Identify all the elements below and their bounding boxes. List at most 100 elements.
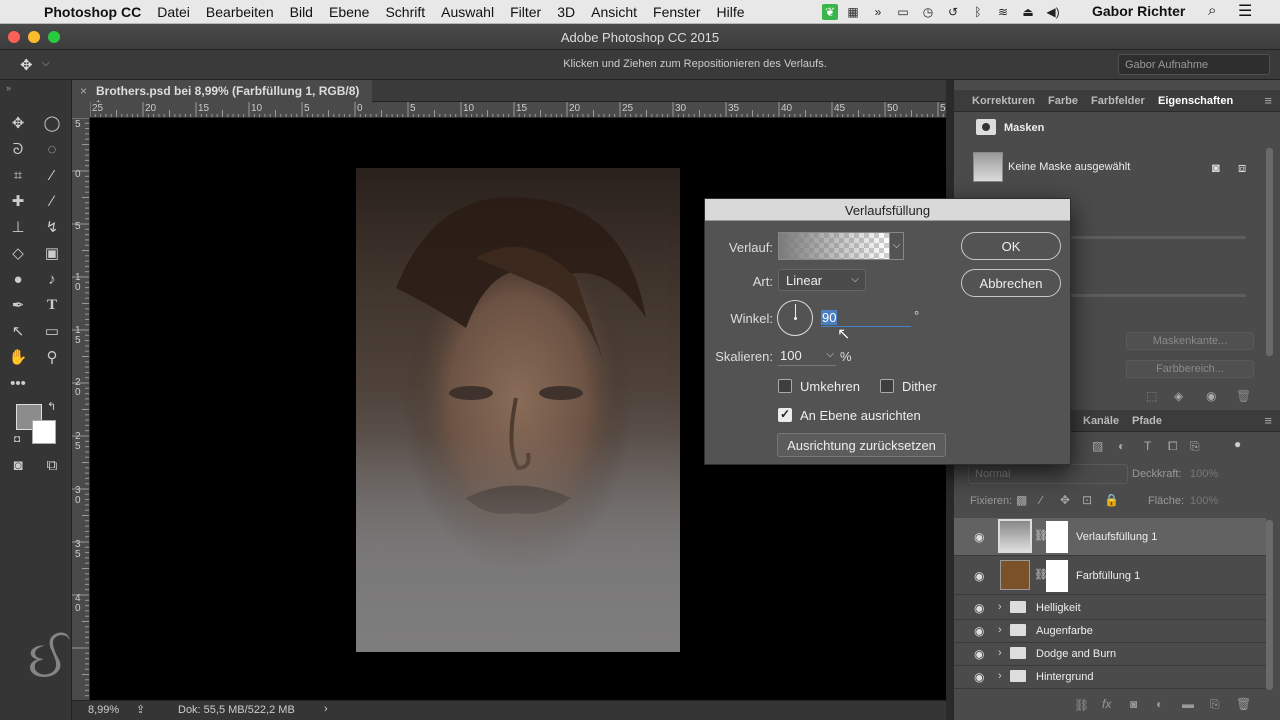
type-icon[interactable]: T (40, 294, 64, 316)
workspace-select[interactable]: Gabor Aufnahme (1118, 54, 1270, 75)
document-tab[interactable]: × Brothers.psd bei 8,99% (Farbfüllung 1,… (72, 80, 372, 112)
tab-korrekturen[interactable]: Korrekturen (972, 95, 1035, 107)
tab-farbe[interactable]: Farbe (1048, 95, 1078, 107)
scale-input[interactable]: 100 ⌵ (778, 347, 836, 366)
menu-ansicht[interactable]: Ansicht (583, 4, 645, 20)
layer-mask-thumbnail[interactable] (1046, 560, 1068, 592)
pixel-mask-icon[interactable]: ◙ (1212, 160, 1220, 175)
lasso-icon[interactable]: ᘐ (6, 138, 30, 160)
layer-row[interactable]: ◉ › Augenfarbe (954, 619, 1266, 643)
align-checkbox[interactable]: ✓ (778, 407, 792, 422)
delete-mask-icon[interactable]: 🗑 (1236, 389, 1251, 403)
menu-filter[interactable]: Filter (502, 4, 549, 20)
link-layers-icon[interactable]: ⛓ (1074, 698, 1089, 712)
filter-adjustment-icon[interactable]: ◐ (1118, 439, 1125, 453)
user-name[interactable]: Gabor Richter (1092, 3, 1185, 19)
reset-alignment-button[interactable]: Ausrichtung zurücksetzen (777, 433, 946, 457)
eject-icon[interactable]: ⏏ (1018, 4, 1038, 20)
layer-name[interactable]: Farbfüllung 1 (1076, 570, 1140, 582)
filter-pixel-icon[interactable]: ▨ (1092, 439, 1103, 453)
angle-input[interactable]: 90 (821, 309, 911, 327)
dodge-icon[interactable]: ♪ (40, 268, 64, 290)
document-image[interactable] (356, 168, 680, 652)
layer-row[interactable]: ◉ ⛓ Verlaufsfüllung 1 (954, 518, 1266, 556)
fill-value[interactable]: 100% (1190, 495, 1218, 507)
rectangle-icon[interactable]: ▭ (40, 320, 64, 342)
lock-artboard-icon[interactable]: ⊡ (1082, 493, 1092, 507)
new-layer-icon[interactable]: ⎘ (1210, 697, 1220, 712)
cancel-button[interactable]: Abbrechen (961, 269, 1061, 297)
layer-name[interactable]: Helligkeit (1036, 602, 1081, 614)
spotlight-icon[interactable]: ⌕ (1208, 2, 1216, 19)
default-colors-icon[interactable]: ◘ (14, 434, 20, 445)
filter-type-icon[interactable]: T (1144, 439, 1151, 453)
zoom-level[interactable]: 8,99% (88, 704, 119, 716)
eraser-icon[interactable]: ◇ (6, 242, 30, 264)
menu-datei[interactable]: Datei (149, 4, 198, 20)
fx-icon[interactable]: fx (1102, 697, 1111, 711)
dither-checkbox[interactable] (880, 379, 894, 393)
layer-name[interactable]: Hintergrund (1036, 671, 1093, 683)
layers-scrollbar[interactable] (1266, 520, 1273, 690)
load-selection-icon[interactable]: ⬚ (1146, 389, 1157, 403)
blend-mode-select[interactable]: Normal (968, 464, 1128, 484)
chevron-right-icon[interactable]: › (998, 601, 1002, 613)
eye-icon[interactable]: ◉ (974, 647, 988, 661)
quick-mask-icon[interactable]: ◙ (6, 454, 30, 476)
wifi-icon[interactable]: ≋ (993, 4, 1013, 20)
fast-forward-icon[interactable]: » (868, 4, 888, 20)
swap-colors-icon[interactable]: ↰ (47, 400, 56, 413)
layer-row[interactable]: ◉ › Helligkeit (954, 596, 1266, 620)
gradient-preview[interactable] (778, 232, 890, 260)
tab-eigenschaften[interactable]: Eigenschaften (1158, 95, 1233, 107)
eye-icon[interactable]: ◉ (974, 601, 988, 615)
layer-mask-thumbnail[interactable] (1046, 521, 1068, 553)
path-select-icon[interactable]: ↖ (6, 320, 30, 342)
apply-mask-icon[interactable]: ◈ (1174, 389, 1183, 403)
panel-collapse-icon[interactable]: » (6, 83, 11, 93)
layer-name[interactable]: Dodge and Burn (1036, 648, 1116, 660)
menu-fenster[interactable]: Fenster (645, 4, 708, 20)
clock-icon[interactable]: ◷ (918, 4, 938, 20)
angle-dial[interactable] (777, 300, 813, 336)
eyedropper-icon[interactable]: ⁄ (40, 164, 64, 186)
new-group-icon[interactable]: ▬ (1182, 697, 1194, 711)
eye-icon[interactable]: ◉ (974, 569, 988, 583)
marquee-icon[interactable]: ◯ (40, 112, 64, 134)
menu-auswahl[interactable]: Auswahl (433, 4, 502, 20)
pen-icon[interactable]: ✒ (6, 294, 30, 316)
layer-name[interactable]: Augenfarbe (1036, 625, 1093, 637)
grid-icon[interactable]: ▦ (843, 4, 863, 20)
delete-layer-icon[interactable]: 🗑 (1236, 697, 1251, 711)
color-range-button[interactable]: Farbbereich... (1126, 360, 1254, 378)
chevron-right-icon[interactable]: › (998, 670, 1002, 682)
blur-icon[interactable]: ● (6, 268, 30, 290)
eye-icon[interactable]: ◉ (974, 670, 988, 684)
layer-row[interactable]: ◉ › Hintergrund (954, 665, 1266, 689)
time-machine-icon[interactable]: ↺ (943, 4, 963, 20)
hand-icon[interactable]: ✋ (6, 346, 30, 368)
bluetooth-icon[interactable]: ᛒ (968, 4, 988, 20)
filter-smart-icon[interactable]: ⎘ (1190, 439, 1200, 454)
stamp-icon[interactable]: ⊥ (6, 216, 30, 238)
layers-menu-icon[interactable]: ≡ (1264, 413, 1272, 428)
background-color[interactable] (32, 420, 56, 444)
more-tools-icon[interactable]: ••• (6, 372, 30, 394)
layer-name[interactable]: Verlaufsfüllung 1 (1076, 531, 1157, 543)
status-menu-icon[interactable]: › (324, 703, 328, 715)
crop-icon[interactable]: ⌗ (6, 164, 30, 186)
screen-mode-icon[interactable]: ⧉ (40, 454, 64, 476)
chevron-right-icon[interactable]: › (998, 624, 1002, 636)
menu-app[interactable]: Photoshop CC (40, 4, 149, 20)
tab-pfade[interactable]: Pfade (1132, 415, 1162, 427)
menu-ebene[interactable]: Ebene (321, 4, 377, 20)
style-select[interactable]: Linear ⌵ (778, 269, 866, 291)
close-tab-icon[interactable]: × (80, 84, 87, 98)
layer-row[interactable]: ◉ › Dodge and Burn (954, 642, 1266, 666)
filter-toggle-icon[interactable]: ● (1234, 437, 1241, 451)
filter-shape-icon[interactable]: ⧠ (1168, 439, 1178, 454)
tab-kanaele[interactable]: Kanäle (1083, 415, 1119, 427)
panel-menu-icon[interactable]: ≡ (1264, 93, 1272, 108)
evernote-icon[interactable]: ❦ (822, 4, 838, 20)
zoom-icon[interactable]: ⚲ (40, 346, 64, 368)
